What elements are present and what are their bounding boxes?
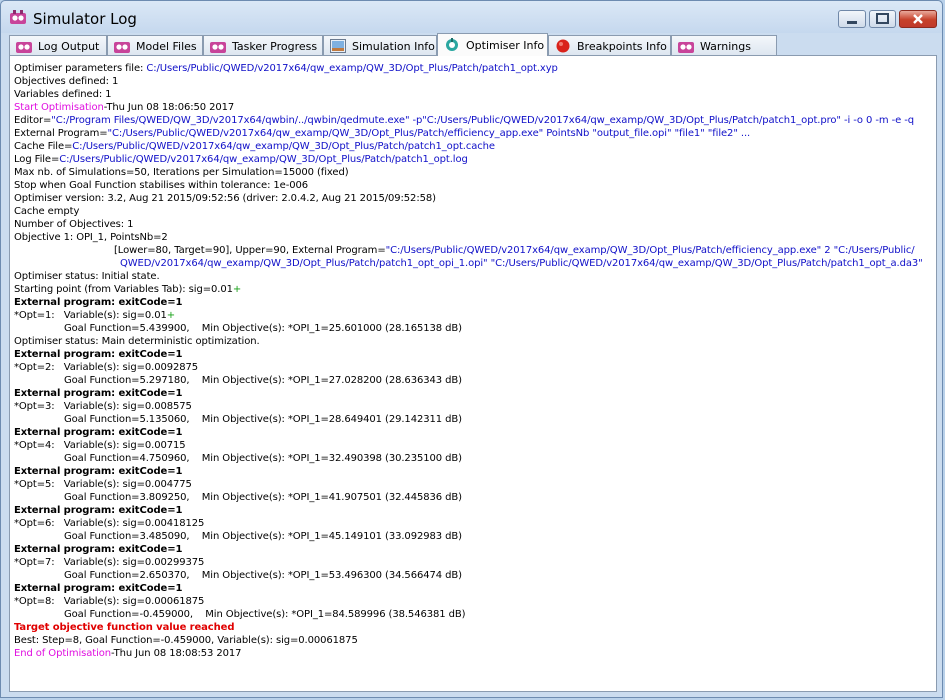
tab-label: Log Output	[38, 40, 100, 53]
optimiser-icon	[446, 38, 458, 51]
tab-label: Breakpoints Info	[577, 40, 667, 53]
close-button[interactable]	[899, 10, 937, 28]
log-line: External program: exitCode=1	[14, 427, 183, 438]
tab-optimiser-info[interactable]: Optimiser Info	[437, 33, 548, 56]
log-line: Variables defined: 1	[14, 89, 112, 100]
tab-label: Model Files	[136, 40, 197, 53]
log-line: QWED/v2017x64/qw_examp/QW_3D/Opt_Plus/Pa…	[120, 258, 923, 269]
tab-model-files[interactable]: Model Files	[107, 35, 203, 55]
log-line: Goal Function=3.485090, Min Objective(s)…	[64, 531, 462, 542]
log-line: Starting point (from Variables Tab): sig…	[14, 284, 242, 295]
log-line: Objectives defined: 1	[14, 76, 119, 87]
title-bar[interactable]: Simulator Log	[1, 1, 942, 33]
log-line: Cache File=C:/Users/Public/QWED/v2017x64…	[14, 141, 495, 152]
log-line: External program: exitCode=1	[14, 466, 183, 477]
log-line: End of Optimisation-Thu Jun 08 18:08:53 …	[14, 648, 242, 659]
log-line: Goal Function=5.297180, Min Objective(s)…	[64, 375, 462, 386]
log-line: Start Optimisation-Thu Jun 08 18:06:50 2…	[14, 102, 235, 113]
log-line: *Opt=7: Variable(s): sig=0.00299375	[14, 557, 205, 568]
simulation-image-icon	[330, 39, 346, 53]
breakpoint-icon	[556, 39, 570, 53]
qw-logo-icon	[10, 10, 26, 24]
log-line: External program: exitCode=1	[14, 388, 183, 399]
log-line: Max nb. of Simulations=50, Iterations pe…	[14, 167, 349, 178]
maximize-icon	[876, 13, 889, 24]
log-line: Number of Objectives: 1	[14, 219, 134, 230]
qw-logo-icon	[16, 42, 32, 53]
qw-logo-icon	[114, 42, 130, 53]
log-line: External program: exitCode=1	[14, 349, 183, 360]
tab-label: Warnings	[700, 40, 751, 53]
tab-label: Simulation Info	[352, 40, 435, 53]
log-line: Goal Function=5.135060, Min Objective(s)…	[64, 414, 462, 425]
log-line: *Opt=5: Variable(s): sig=0.004775	[14, 479, 192, 490]
log-line: *Opt=1: Variable(s): sig=0.01+	[14, 310, 175, 321]
log-line: Editor="C:/Program Files/QWED/QW_3D/v201…	[14, 115, 914, 126]
tab-warnings[interactable]: Warnings	[671, 35, 777, 55]
tab-label: Tasker Progress	[232, 40, 318, 53]
log-line: External program: exitCode=1	[14, 505, 183, 516]
optimiser-info-panel[interactable]: Optimiser parameters file: C:/Users/Publ…	[9, 55, 937, 692]
close-icon	[913, 14, 923, 24]
log-line: Goal Function=2.650370, Min Objective(s)…	[64, 570, 462, 581]
maximize-button[interactable]	[869, 10, 896, 28]
log-line: Optimiser status: Main deterministic opt…	[14, 336, 260, 347]
log-line: Stop when Goal Function stabilises withi…	[14, 180, 309, 191]
log-line: Goal Function=-0.459000, Min Objective(s…	[64, 609, 466, 620]
log-line: Goal Function=4.750960, Min Objective(s)…	[64, 453, 462, 464]
tab-tasker-progress[interactable]: Tasker Progress	[203, 35, 323, 55]
log-line: Optimiser parameters file: C:/Users/Publ…	[14, 63, 558, 74]
log-line: *Opt=6: Variable(s): sig=0.00418125	[14, 518, 205, 529]
log-line: External program: exitCode=1	[14, 544, 183, 555]
log-line: Optimiser status: Initial state.	[14, 271, 160, 282]
tab-simulation-info[interactable]: Simulation Info	[323, 35, 437, 55]
log-line: Goal Function=5.439900, Min Objective(s)…	[64, 323, 462, 334]
log-line: External Program="C:/Users/Public/QWED/v…	[14, 128, 751, 139]
log-line: *Opt=4: Variable(s): sig=0.00715	[14, 440, 186, 451]
log-line: Goal Function=3.809250, Min Objective(s)…	[64, 492, 462, 503]
window-title: Simulator Log	[33, 10, 137, 28]
log-line: *Opt=8: Variable(s): sig=0.00061875	[14, 596, 205, 607]
log-line: External program: exitCode=1	[14, 583, 183, 594]
simulator-log-window: Simulator Log Log Output Model Files Tas…	[0, 0, 943, 698]
minimize-button[interactable]	[838, 10, 866, 28]
tab-log-output[interactable]: Log Output	[9, 35, 107, 55]
target-reached-message: Target objective function value reached	[14, 622, 235, 633]
log-line: Log File=C:/Users/Public/QWED/v2017x64/q…	[14, 154, 468, 165]
log-line: Optimiser version: 3.2, Aug 21 2015/09:5…	[14, 193, 436, 204]
tab-label: Optimiser Info	[466, 39, 545, 52]
log-line: Objective 1: OPI_1, PointsNb=2	[14, 232, 168, 243]
tab-breakpoints-info[interactable]: Breakpoints Info	[548, 35, 671, 55]
qw-logo-icon	[210, 42, 226, 53]
log-line: [Lower=80, Target=90], Upper=90, Externa…	[114, 245, 915, 256]
qw-logo-icon	[678, 42, 694, 53]
log-text-area[interactable]: Optimiser parameters file: C:/Users/Publ…	[14, 62, 934, 689]
log-line: *Opt=3: Variable(s): sig=0.008575	[14, 401, 192, 412]
log-line: *Opt=2: Variable(s): sig=0.0092875	[14, 362, 199, 373]
log-line: Best: Step=8, Goal Function=-0.459000, V…	[14, 635, 358, 646]
tab-strip: Log Output Model Files Tasker Progress S…	[9, 33, 934, 56]
log-line: External program: exitCode=1	[14, 297, 183, 308]
log-line: Cache empty	[14, 206, 80, 217]
minimize-icon	[847, 21, 857, 24]
